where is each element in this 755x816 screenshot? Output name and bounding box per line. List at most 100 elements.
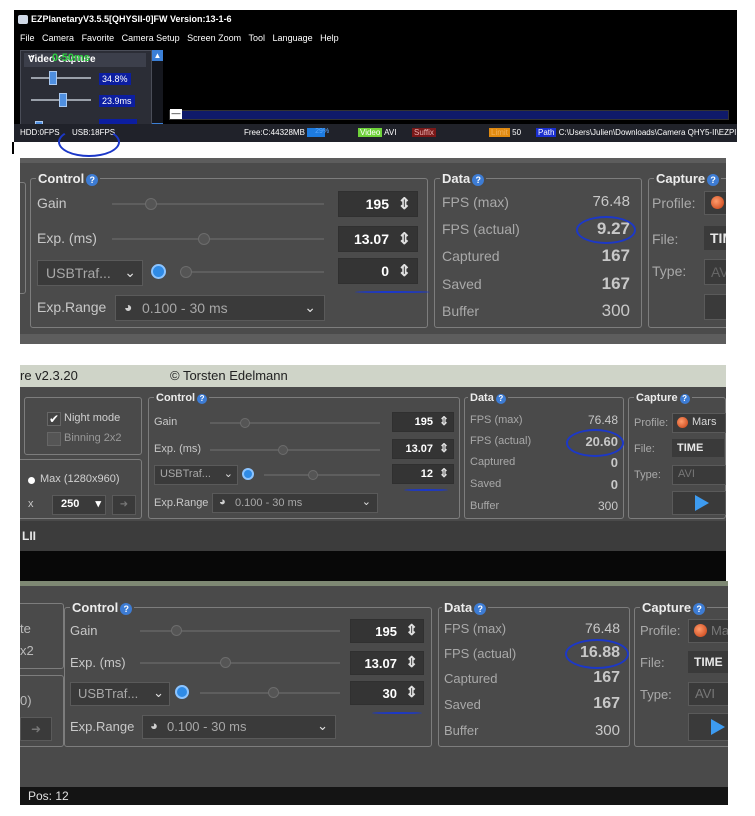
night-mode-checkbox[interactable]: ✔ (47, 412, 61, 426)
usbtraffic-slider-track[interactable] (264, 474, 380, 476)
menu-favorite[interactable]: Favorite (82, 33, 115, 43)
gain-slider-thumb[interactable] (240, 418, 250, 428)
file-field[interactable]: TIM (704, 226, 726, 250)
capture-start-button[interactable] (672, 491, 726, 515)
auto-settings-icon[interactable] (175, 685, 189, 699)
file-field[interactable]: TIME (672, 439, 724, 457)
usbtraffic-slider-thumb[interactable] (268, 687, 279, 698)
gain-slider-track[interactable] (112, 203, 324, 205)
help-icon[interactable]: ? (707, 174, 720, 186)
slider-thumb-2[interactable] (59, 93, 67, 107)
panel-scrollbar[interactable]: ▲ ▼ (152, 50, 163, 134)
exposure-slider-thumb[interactable] (278, 445, 288, 455)
slider-thumb-1[interactable] (49, 71, 57, 85)
exposure-slider-track[interactable] (112, 238, 324, 240)
menu-tool[interactable]: Tool (249, 33, 266, 43)
gain-spinbox[interactable]: 195 ⇕ (350, 619, 424, 643)
x-label: x (28, 498, 34, 510)
help-icon[interactable]: ? (495, 394, 506, 404)
menu-language[interactable]: Language (273, 33, 313, 43)
spin-arrows-icon[interactable]: ⇕ (398, 261, 411, 281)
menu-help[interactable]: Help (320, 33, 339, 43)
exposure-slider-thumb[interactable] (198, 233, 210, 245)
exprange-dropdown[interactable]: ◕ 0.100 - 30 ms ⌄ (142, 715, 336, 739)
exprange-dropdown[interactable]: ◕ 0.100 - 30 ms ⌄ (212, 493, 378, 513)
profile-dropdown[interactable] (704, 191, 726, 215)
help-icon[interactable]: ? (693, 603, 706, 615)
path-value[interactable]: C:\Users\Julien\Downloads\Camera QHY5-II… (559, 128, 736, 137)
usbtraffic-dropdown[interactable]: USBTraf... ⌄ (154, 465, 238, 485)
exposure-slider-track[interactable] (210, 449, 380, 451)
gain-spinbox[interactable]: 195 ⇕ (392, 412, 454, 432)
menu-camera[interactable]: Camera (42, 33, 74, 43)
type-dropdown[interactable]: AVI (688, 682, 728, 706)
exposure-slider-thumb[interactable] (220, 657, 231, 668)
video-format-value[interactable]: AVI (384, 128, 396, 137)
gain-slider-track[interactable] (210, 422, 380, 424)
usbtraffic-spinbox[interactable]: 12 ⇕ (392, 464, 454, 484)
capture-start-button[interactable] (688, 713, 728, 741)
limit-value[interactable]: 50 (512, 128, 521, 137)
capture-title: Capture? (634, 392, 692, 404)
auto-settings-icon[interactable] (242, 468, 254, 480)
exposure-spinbox[interactable]: 13.07 ⇕ (350, 651, 424, 675)
help-icon[interactable]: ? (474, 603, 487, 615)
spin-arrows-icon[interactable]: ⇕ (398, 194, 411, 214)
exposure-spinbox[interactable]: 13.07 ⇕ (338, 226, 418, 252)
suffix[interactable]: Suffix (412, 128, 436, 138)
gain-slider-thumb[interactable] (171, 625, 182, 636)
binning-checkbox[interactable] (47, 432, 61, 446)
gain-slider-track[interactable] (140, 630, 340, 632)
spin-arrows-icon[interactable]: ⇕ (405, 653, 418, 671)
scroll-minus-icon[interactable]: — (170, 109, 182, 119)
data-title: Data? (468, 392, 508, 404)
type-dropdown[interactable]: AV (704, 259, 726, 285)
fps-max-label: FPS (max) (444, 621, 507, 636)
menu-file[interactable]: File (20, 33, 35, 43)
left-cut-text-1: te (20, 621, 31, 636)
apply-button[interactable]: ➜ (112, 495, 136, 515)
type-dropdown[interactable]: AVI (672, 465, 726, 485)
usbtraffic-slider-track[interactable] (180, 271, 324, 273)
exprange-dropdown[interactable]: ◕ 0.100 - 30 ms ⌄ (115, 295, 325, 321)
help-icon[interactable]: ? (679, 394, 690, 404)
usbtraffic-dropdown[interactable]: USBTraf... ⌄ (70, 682, 170, 706)
dropdown-chevron-icon: ⌄ (223, 468, 233, 480)
spin-arrows-icon[interactable]: ⇕ (439, 466, 449, 480)
gain-label: Gain (37, 195, 67, 211)
roi-dropdown[interactable]: 250 ▾ (52, 495, 106, 515)
help-icon[interactable]: ? (472, 174, 485, 186)
help-icon[interactable]: ? (120, 603, 133, 615)
usbtraffic-spinbox[interactable]: 0 ⇕ (338, 258, 418, 284)
usbtraffic-slider-thumb[interactable] (180, 266, 192, 278)
saved-label: Saved (442, 276, 482, 292)
profile-dropdown[interactable]: Ma (688, 619, 728, 643)
spin-arrows-icon[interactable]: ⇕ (439, 441, 449, 455)
capture-start-button[interactable] (704, 294, 726, 320)
spin-arrows-icon[interactable]: ⇕ (405, 621, 418, 639)
menu-screen-zoom[interactable]: Screen Zoom (187, 33, 241, 43)
exposure-spinbox[interactable]: 13.07 ⇕ (392, 439, 454, 459)
sharpcap-panel-2: ✔ Night mode Binning 2x2 Max (1280x960) … (20, 387, 726, 521)
menu-camera-setup[interactable]: Camera Setup (122, 33, 180, 43)
profile-dropdown[interactable]: Mars (672, 413, 726, 433)
usbtraffic-slider-thumb[interactable] (308, 470, 318, 480)
gain-value: 195 (375, 624, 397, 639)
help-icon[interactable]: ? (197, 394, 208, 404)
spin-arrows-icon[interactable]: ⇕ (439, 414, 449, 428)
max-resolution-radio[interactable] (28, 477, 35, 484)
file-field[interactable]: TIME (688, 651, 728, 673)
auto-settings-icon[interactable] (151, 264, 166, 279)
spin-arrows-icon[interactable]: ⇕ (405, 683, 418, 701)
apply-button[interactable]: ➜ (20, 717, 52, 741)
binning-label: Binning 2x2 (64, 432, 122, 444)
gain-spinbox[interactable]: 195 ⇕ (338, 191, 418, 217)
help-icon[interactable]: ? (86, 174, 99, 186)
gain-slider-thumb[interactable] (145, 198, 157, 210)
exposure-slider-track[interactable] (140, 662, 340, 664)
scroll-up-icon[interactable]: ▲ (152, 50, 163, 61)
usbtraffic-dropdown[interactable]: USBTraf... ⌄ (37, 260, 143, 286)
usbtraffic-spinbox[interactable]: 30 ⇕ (350, 681, 424, 705)
spin-arrows-icon[interactable]: ⇕ (398, 229, 411, 249)
horizontal-scrollbar[interactable]: — (169, 109, 729, 120)
